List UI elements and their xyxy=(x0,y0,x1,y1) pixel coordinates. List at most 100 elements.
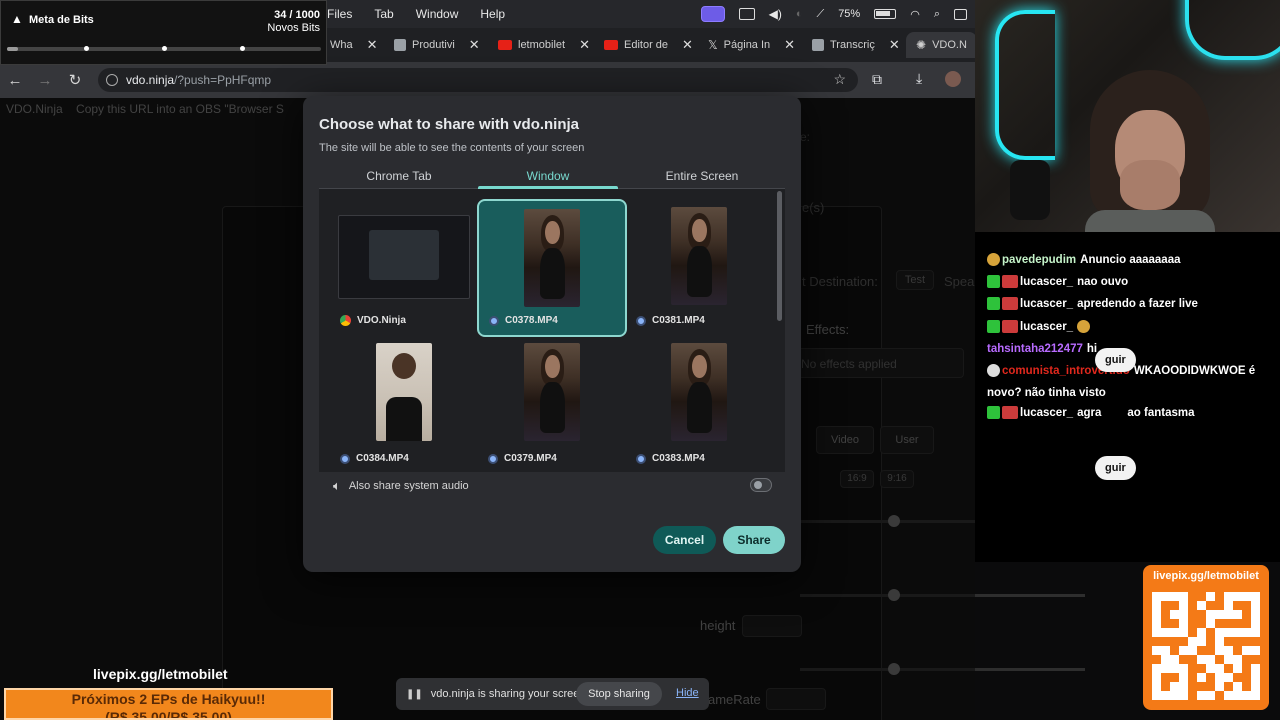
chat-message: tahsintaha212477 hi xyxy=(987,338,1097,360)
menu-window[interactable]: Window xyxy=(416,7,459,21)
window-item-c0383[interactable]: C0383.MP4 xyxy=(625,337,775,475)
focus-icon[interactable]: ◐ xyxy=(796,8,803,20)
tab-3[interactable]: Editor de ✕ xyxy=(604,32,693,58)
tab-1[interactable]: Produtivi ✕ xyxy=(394,32,480,58)
banner-line1: Próximos 2 EPs de Haikyuu!! xyxy=(71,691,266,707)
goal-title: Meta de Bits xyxy=(29,14,94,26)
forward-icon[interactable]: → xyxy=(30,72,60,89)
tab-5[interactable]: Transcriç ✕ xyxy=(812,32,900,58)
qr-module xyxy=(1161,682,1170,691)
qr-module xyxy=(1152,673,1161,682)
qr-module xyxy=(1242,628,1251,637)
video-player-icon xyxy=(488,453,498,464)
close-icon[interactable]: ✕ xyxy=(784,37,795,53)
download-icon[interactable]: ⤓ xyxy=(916,70,922,87)
close-icon[interactable]: ✕ xyxy=(469,37,480,53)
qr-module xyxy=(1251,682,1260,691)
qr-module xyxy=(1215,646,1224,655)
qr-module xyxy=(1179,655,1188,664)
goal-count-block: 34 / 1000 Novos Bits xyxy=(267,9,320,35)
window-item-c0378[interactable]: C0378.MP4 xyxy=(477,199,627,337)
qr-module xyxy=(1179,619,1188,628)
window-label: VDO.Ninja xyxy=(340,315,406,326)
screen-share-icon[interactable] xyxy=(700,6,725,22)
battery-icon[interactable] xyxy=(874,9,897,19)
window-item-vdo-ninja[interactable]: VDO.Ninja xyxy=(329,199,479,337)
qr-module xyxy=(1233,664,1242,673)
window-item-c0384[interactable]: C0384.MP4 xyxy=(329,337,479,475)
qr-module xyxy=(1215,664,1224,673)
qr-module xyxy=(1197,601,1206,610)
window-name: C0381.MP4 xyxy=(652,315,705,326)
url-bar[interactable]: vdo.ninja/?push=PpHFqmp ☆ xyxy=(98,68,858,92)
chat-text: apredendo a fazer live xyxy=(1077,298,1198,310)
tab-label: letmobilet xyxy=(518,39,566,51)
qr-module xyxy=(1224,592,1233,601)
grid-scrollbar[interactable] xyxy=(777,191,782,321)
tab-4[interactable]: 𝕏 Página In ✕ xyxy=(708,32,795,58)
qr-module xyxy=(1179,682,1188,691)
avatar[interactable] xyxy=(945,71,961,87)
volume-icon[interactable]: ◀) xyxy=(769,7,782,21)
close-icon[interactable]: ✕ xyxy=(367,37,378,53)
extensions-icon[interactable]: ⧉ xyxy=(872,71,882,88)
verified-badge-icon xyxy=(987,297,1000,311)
follow-pill[interactable]: guir xyxy=(1095,456,1136,480)
wifi-icon[interactable]: ◠ xyxy=(910,8,920,21)
tab-chrome-tab[interactable]: Chrome Tab xyxy=(329,169,469,183)
tab-0[interactable]: Wha ✕ xyxy=(330,32,378,58)
qr-module xyxy=(1152,619,1161,628)
menu-files[interactable]: Files xyxy=(327,7,352,21)
qr-module xyxy=(1170,682,1179,691)
reload-icon[interactable]: ↻ xyxy=(60,71,90,89)
stop-sharing-button[interactable]: Stop sharing xyxy=(576,682,662,706)
x-icon: 𝕏 xyxy=(708,38,718,52)
tab-window[interactable]: Window xyxy=(478,169,618,183)
site-settings-icon[interactable] xyxy=(106,74,118,86)
bookmark-star-icon[interactable]: ☆ xyxy=(833,71,846,88)
chat-user: tahsintaha212477 xyxy=(987,343,1083,355)
control-center-icon[interactable] xyxy=(954,8,967,20)
close-icon[interactable]: ✕ xyxy=(889,37,900,53)
window-grid: VDO.Ninja C0378.MP4 C0381.MP4 C0384.MP4 xyxy=(319,189,785,472)
window-thumbnail xyxy=(376,343,432,441)
tab-2[interactable]: letmobilet ✕ xyxy=(498,32,590,58)
qr-module xyxy=(1224,664,1233,673)
window-item-c0381[interactable]: C0381.MP4 xyxy=(625,199,775,337)
qr-module xyxy=(1152,646,1161,655)
cancel-button[interactable]: Cancel xyxy=(653,526,716,554)
share-button[interactable]: Share xyxy=(723,526,785,554)
window-label: C0381.MP4 xyxy=(636,315,705,326)
qr-module xyxy=(1251,619,1260,628)
qr-module xyxy=(1188,691,1197,700)
display-icon[interactable] xyxy=(738,8,755,20)
close-icon[interactable]: ✕ xyxy=(682,37,693,53)
window-label: C0378.MP4 xyxy=(489,315,558,326)
bluetooth-off-icon[interactable]: ⟋ xyxy=(816,8,824,21)
window-item-c0379[interactable]: C0379.MP4 xyxy=(477,337,627,475)
menu-tab[interactable]: Tab xyxy=(374,7,393,21)
menu-help[interactable]: Help xyxy=(480,7,505,21)
back-icon[interactable]: ← xyxy=(0,72,30,89)
tab-entire-screen[interactable]: Entire Screen xyxy=(632,169,772,183)
qr-module xyxy=(1152,610,1161,619)
neon-light xyxy=(995,10,1055,160)
qr-module xyxy=(1179,646,1188,655)
close-icon[interactable]: ✕ xyxy=(579,37,590,53)
qr-module xyxy=(1161,664,1170,673)
qr-module xyxy=(1215,682,1224,691)
livepix-qr-label: livepix.gg/letmobilet xyxy=(1153,570,1259,582)
qr-module xyxy=(1197,682,1206,691)
tab-favicon xyxy=(394,39,406,51)
goal-count: 34 / 1000 xyxy=(274,9,320,21)
qr-module xyxy=(1197,619,1206,628)
qr-module xyxy=(1161,592,1170,601)
search-icon[interactable]: ⌕ xyxy=(934,8,940,21)
qr-module xyxy=(1242,619,1251,628)
window-name: C0383.MP4 xyxy=(652,453,705,464)
system-audio-toggle[interactable] xyxy=(750,478,772,492)
follow-pill[interactable]: guir xyxy=(1095,348,1136,372)
tab-active[interactable]: ✺ VDO.N xyxy=(906,32,977,58)
qr-module xyxy=(1215,619,1224,628)
hide-link[interactable]: Hide xyxy=(676,687,699,699)
